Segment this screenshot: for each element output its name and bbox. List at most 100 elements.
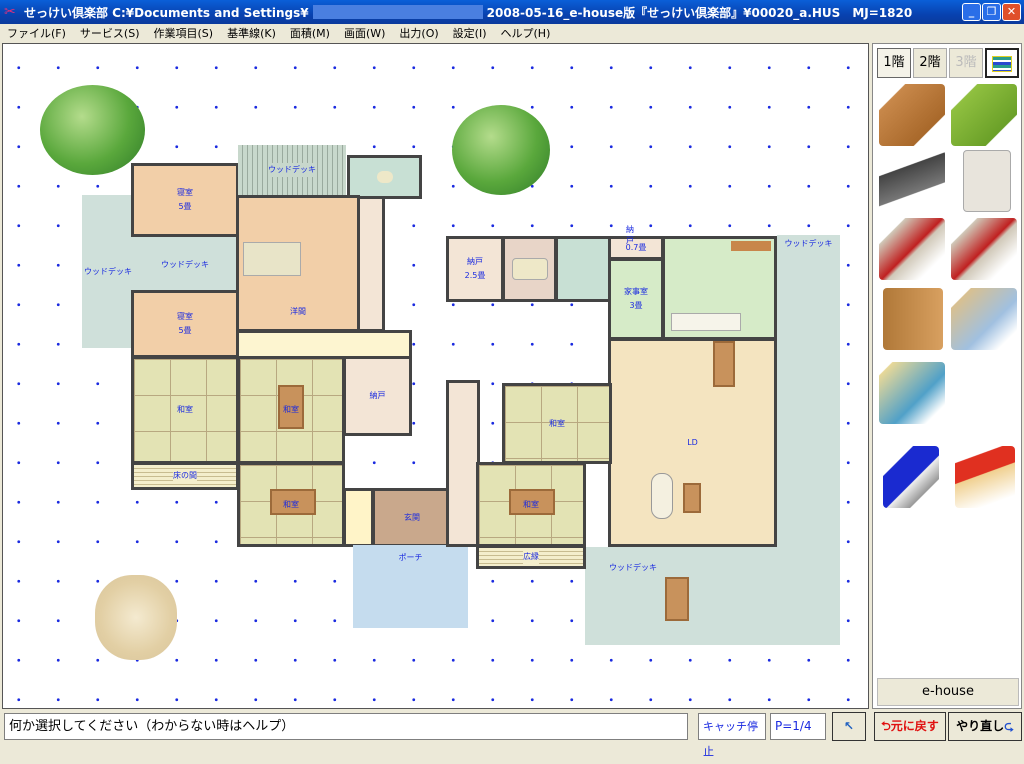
- room-hiroen[interactable]: 広縁: [476, 545, 586, 569]
- room-deck-top[interactable]: ウッドデッキ: [238, 145, 346, 198]
- stair-tool-icon[interactable]: [879, 218, 945, 280]
- page-indicator[interactable]: P=1/4: [770, 713, 826, 740]
- room-deck-bottom[interactable]: ウッドデッキ: [585, 547, 777, 645]
- menu-help[interactable]: ヘルプ(H): [494, 25, 558, 41]
- sofa-icon: [651, 473, 673, 519]
- window-title-file: 2008-05-16_e-house版『せっけい倶楽部』¥00020_a.HUS…: [486, 5, 913, 20]
- menu-baseline[interactable]: 基準線(K): [220, 25, 283, 41]
- floor-2-button[interactable]: 2階: [913, 48, 947, 78]
- room-washitsu-3[interactable]: 和室: [237, 462, 345, 547]
- menu-screen[interactable]: 画面(W): [337, 25, 392, 41]
- staircase[interactable]: [446, 380, 480, 547]
- room-kitchen[interactable]: [662, 236, 777, 340]
- room-size: 3畳: [629, 301, 643, 310]
- room-nando-1[interactable]: 納戸: [343, 356, 412, 436]
- layers-icon[interactable]: [985, 48, 1019, 78]
- room-label: 寝室: [177, 312, 193, 321]
- room-label: 玄関: [404, 512, 420, 522]
- room-porch[interactable]: ポーチ: [353, 545, 468, 628]
- stair-turn-tool-icon[interactable]: [951, 218, 1017, 280]
- room-washroom[interactable]: [555, 236, 612, 302]
- lawn-tool-icon[interactable]: [951, 84, 1017, 146]
- room-label: 和室: [283, 405, 299, 414]
- room-label: LD: [687, 437, 698, 447]
- room-label: ウッドデッキ: [84, 266, 132, 276]
- room-label: 広縁: [523, 550, 539, 564]
- bathtub-icon: [511, 258, 548, 280]
- room-toilet[interactable]: [347, 155, 422, 199]
- deck-table-icon: [665, 577, 689, 621]
- room-washitsu-2[interactable]: 和室: [237, 356, 345, 464]
- app-icon: ✂: [4, 4, 16, 20]
- room-label: 和室: [549, 418, 565, 428]
- dining-table-icon: [713, 341, 735, 387]
- floor-1-button[interactable]: 1階: [877, 48, 911, 78]
- close-button[interactable]: ✕: [1002, 3, 1021, 21]
- roof-tool-icon[interactable]: [879, 150, 945, 212]
- floor-plan-canvas[interactable]: ウッドデッキ 寝室 5畳 ウッドデッキ 寝室 5畳 ウッドデッキ 洋間 和室 床の間…: [2, 43, 869, 709]
- shrub-icon[interactable]: [95, 575, 177, 660]
- menu-area[interactable]: 面積(M): [283, 25, 337, 41]
- room-label: 洋間: [290, 307, 306, 316]
- room-washitsu-5[interactable]: 和室: [476, 462, 586, 547]
- room-label: 納戸: [467, 257, 483, 266]
- room-washitsu-4[interactable]: 和室: [502, 383, 612, 464]
- tree-icon[interactable]: [452, 105, 550, 195]
- toilet-icon: [376, 171, 393, 183]
- menu-work-items[interactable]: 作業項目(S): [147, 25, 221, 41]
- room-deck-right[interactable]: ウッドデッキ: [777, 235, 840, 645]
- undo-label: 元に戻す: [890, 719, 939, 733]
- kitchen-counter-icon: [671, 313, 741, 331]
- tree-icon[interactable]: [40, 85, 145, 175]
- room-nando-2[interactable]: 納戸 2.5畳: [446, 236, 504, 302]
- move-tool-icon[interactable]: [955, 446, 1015, 508]
- maximize-button[interactable]: ❐: [982, 3, 1001, 21]
- room-kaji[interactable]: 家事室 3畳: [608, 258, 664, 340]
- low-table-icon: [683, 483, 701, 513]
- room-label: ウッドデッキ: [161, 259, 209, 269]
- room-deck-left[interactable]: ウッドデッキ: [82, 195, 134, 348]
- snap-toggle[interactable]: キャッチ停止: [698, 713, 766, 758]
- hall[interactable]: [343, 488, 374, 547]
- e-house-button[interactable]: e-house: [877, 678, 1019, 706]
- room-tokonoma[interactable]: 床の間: [131, 462, 239, 490]
- menu-file[interactable]: ファイル(F): [0, 25, 73, 41]
- room-label: ポーチ: [398, 553, 423, 562]
- bed-icon: [243, 242, 301, 276]
- room-bedroom-1[interactable]: 寝室 5畳: [131, 163, 239, 237]
- room-label: 床の間: [173, 469, 197, 483]
- room-size: 5畳: [178, 202, 192, 211]
- redo-button[interactable]: やり直し⮎: [948, 712, 1022, 741]
- room-bedroom-2[interactable]: 寝室 5畳: [131, 290, 239, 358]
- room-size: 2.5畳: [464, 271, 486, 280]
- room-label: 家事室: [624, 287, 648, 296]
- cabinet-icon: [731, 241, 771, 251]
- room-genkan[interactable]: 玄関: [372, 488, 452, 547]
- room-ld[interactable]: LD: [608, 338, 777, 547]
- menu-settings[interactable]: 設定(I): [446, 25, 494, 41]
- room-3d-icon[interactable]: [879, 362, 945, 424]
- floor-3-button[interactable]: 3階: [949, 48, 983, 78]
- room-bath[interactable]: [502, 236, 557, 302]
- room-western[interactable]: 洋間: [236, 195, 360, 332]
- closet[interactable]: [357, 196, 385, 332]
- cursor-xy-icon[interactable]: ↖: [832, 712, 866, 741]
- wall-tool-icon[interactable]: [963, 150, 1011, 212]
- room-label: 和室: [177, 405, 193, 414]
- furniture-tool-icon[interactable]: [951, 288, 1017, 350]
- eraser-tool-icon[interactable]: [883, 446, 939, 508]
- room-label: ウッドデッキ: [268, 163, 316, 177]
- room-deck-middle[interactable]: ウッドデッキ: [133, 237, 237, 292]
- room-washitsu-1[interactable]: 和室: [131, 356, 239, 464]
- room-label: ウッドデッキ: [609, 563, 657, 572]
- room-label: 納戸: [626, 225, 634, 245]
- floor-tool-icon[interactable]: [879, 84, 945, 146]
- minimize-button[interactable]: _: [962, 3, 981, 21]
- door-tool-icon[interactable]: [883, 288, 943, 350]
- menu-output[interactable]: 出力(O): [392, 25, 445, 41]
- menu-service[interactable]: サービス(S): [73, 25, 147, 41]
- room-label: 和室: [283, 499, 299, 509]
- undo-button[interactable]: ⮌元に戻す: [874, 712, 946, 741]
- room-label: 寝室: [177, 188, 193, 197]
- room-nando-3[interactable]: 0.7畳: [608, 236, 664, 260]
